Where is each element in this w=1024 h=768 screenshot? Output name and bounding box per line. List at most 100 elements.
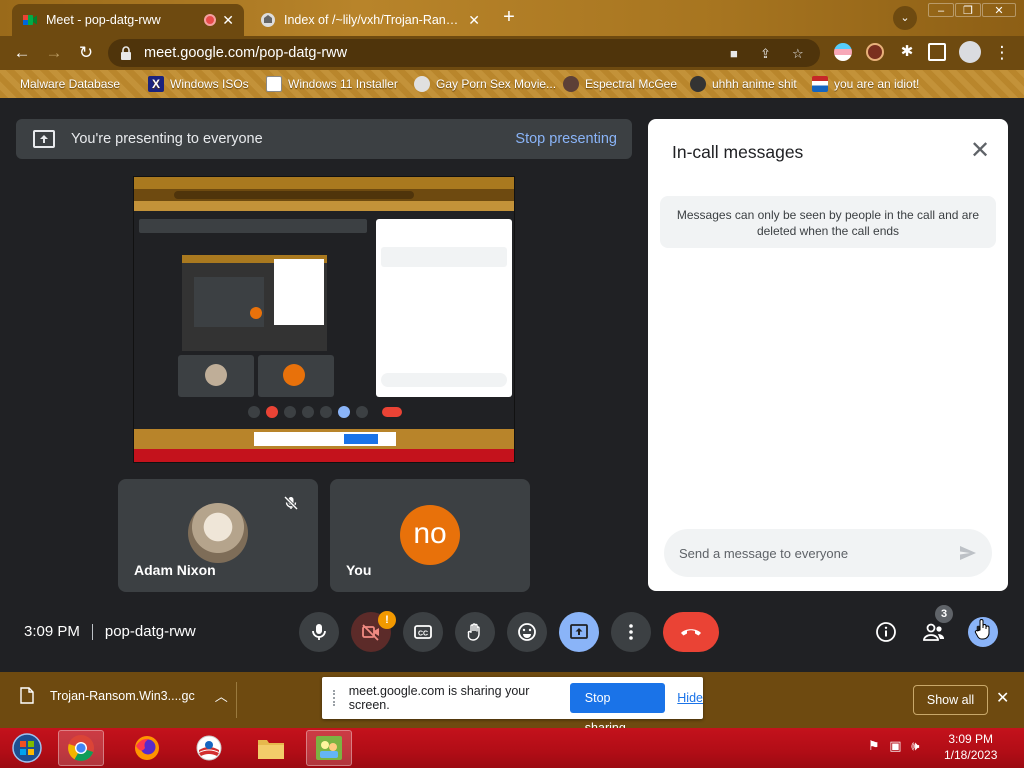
meet-stage: You're presenting to everyone Stop prese…: [0, 98, 1024, 672]
tab-title: Index of /~lily/vxh/Trojan-Ransom: [284, 13, 462, 27]
share-icon[interactable]: ⇪: [760, 46, 771, 62]
close-icon[interactable]: ✕: [996, 688, 1009, 708]
microphone-button[interactable]: [299, 612, 339, 652]
extensions-puzzle-icon[interactable]: ✱: [898, 43, 916, 61]
taskbar-app[interactable]: [306, 730, 352, 766]
close-tab-icon[interactable]: ✕: [222, 12, 234, 29]
forward-button[interactable]: →: [42, 41, 66, 65]
file-icon: [20, 687, 34, 704]
send-icon[interactable]: [958, 543, 978, 563]
taskbar-firefox[interactable]: [124, 730, 170, 766]
taskbar-file-explorer[interactable]: [248, 730, 294, 766]
camera-in-use-icon[interactable]: ■: [730, 46, 738, 61]
bookmark-star-icon[interactable]: ☆: [792, 46, 804, 62]
bookmark-label: uhhh anime shit: [712, 77, 797, 91]
side-panel-icon[interactable]: [928, 43, 946, 61]
back-button[interactable]: ←: [10, 41, 34, 65]
bookmark-anime[interactable]: uhhh anime shit: [690, 76, 797, 92]
start-button[interactable]: [4, 730, 50, 766]
stop-presenting-button[interactable]: Stop presenting: [515, 131, 617, 147]
taskbar-obama-logo[interactable]: [186, 730, 232, 766]
chat-notice: Messages can only be seen by people in t…: [660, 196, 996, 248]
browser-menu-icon[interactable]: ⋮: [990, 41, 1014, 65]
address-bar[interactable]: meet.google.com/pop-datg-rww ■ ⇪ ☆: [108, 39, 820, 67]
bookmark-label: Malware Database: [20, 77, 121, 91]
reload-button[interactable]: ↻: [74, 41, 98, 65]
folder-icon: [258, 740, 284, 759]
tab-meet[interactable]: Meet - pop-datg-rww ✕: [12, 4, 244, 36]
lock-icon: [121, 46, 131, 60]
drag-handle-icon[interactable]: [333, 690, 339, 706]
image-icon: [266, 76, 282, 92]
bookmark-espectral-mcgee[interactable]: Espectral McGee: [563, 76, 677, 92]
participant-tile: Adam Nixon: [118, 479, 318, 592]
tab-index[interactable]: Index of /~lily/vxh/Trojan-Ransom ✕: [250, 4, 490, 36]
people-icon: [923, 623, 945, 641]
present-now-button[interactable]: [559, 612, 599, 652]
close-window-button[interactable]: ✕: [982, 3, 1016, 17]
participant-name: Adam Nixon: [134, 562, 216, 578]
leave-call-button[interactable]: [663, 612, 719, 652]
mouse-pointer-hand-icon: [974, 619, 990, 640]
firefox-icon: [135, 736, 159, 760]
chevron-up-icon[interactable]: ︿: [215, 686, 228, 705]
network-icon[interactable]: ▣: [889, 738, 901, 753]
emoji-reaction-button[interactable]: [507, 612, 547, 652]
restore-button[interactable]: ❐: [955, 3, 981, 17]
bookmark-label: you are an idiot!: [834, 77, 920, 91]
download-filename: Trojan-Ransom.Win3....gc: [50, 688, 195, 703]
meeting-details-button[interactable]: [872, 618, 900, 646]
browser-toolbar: ← → ↻ meet.google.com/pop-datg-rww ■ ⇪ ☆…: [0, 36, 1024, 70]
participant-count-badge: 3: [935, 605, 953, 623]
site-icon: [563, 76, 579, 92]
campaign-logo-icon: [196, 735, 222, 761]
close-icon[interactable]: ✕: [968, 139, 992, 163]
screen-share-preview: [133, 176, 515, 463]
minimize-button[interactable]: –: [928, 3, 954, 17]
taskbar-clock[interactable]: 3:09 PM 1/18/2023: [944, 731, 997, 763]
extension-flag-icon[interactable]: [834, 43, 852, 61]
bookmark-movie[interactable]: Gay Porn Sex Movie...: [414, 76, 556, 92]
x-logo-icon: X: [148, 76, 164, 92]
screen-share-preview-image: [134, 177, 514, 462]
people-app-icon: [316, 736, 342, 760]
screen-sharing-notification: meet.google.com is sharing your screen. …: [322, 677, 703, 735]
stop-sharing-button[interactable]: Stop sharing: [569, 683, 666, 735]
action-center-flag-icon[interactable]: ⚑: [868, 738, 880, 753]
clock-date: 1/18/2023: [944, 748, 998, 762]
close-tab-icon[interactable]: ✕: [468, 12, 480, 29]
server-index-icon: [261, 13, 275, 27]
participant-name: You: [346, 562, 372, 578]
phone-hangup-icon: [681, 629, 701, 636]
hide-link[interactable]: Hide: [677, 691, 703, 705]
presenting-banner: You're presenting to everyone Stop prese…: [16, 119, 632, 159]
bookmark-windows-11-installer[interactable]: Windows 11 Installer: [266, 76, 398, 92]
more-options-button[interactable]: [611, 612, 651, 652]
bookmark-malware-database[interactable]: Malware Database: [14, 76, 120, 92]
system-tray: ⚑ ▣ 🕪: [868, 738, 919, 754]
tab-search-button[interactable]: ⌄: [893, 6, 917, 30]
windows-taskbar: ⚑ ▣ 🕪 3:09 PM 1/18/2023: [0, 728, 1024, 768]
muted-mic-icon: [283, 495, 299, 511]
raise-hand-button[interactable]: [455, 612, 495, 652]
participant-tile: no You: [330, 479, 530, 592]
tab-title: Meet - pop-datg-rww: [46, 13, 161, 27]
bookmark-label: Windows 11 Installer: [288, 77, 398, 91]
extension-avatar-icon[interactable]: [866, 43, 884, 61]
divider: [91, 623, 93, 640]
svg-text:CC: CC: [418, 631, 428, 638]
download-item[interactable]: Trojan-Ransom.Win3....gc ︿: [20, 686, 228, 705]
more-vert-icon: [629, 624, 633, 640]
bookmark-label: Windows ISOs: [170, 77, 249, 91]
chat-message-input[interactable]: Send a message to everyone: [664, 529, 992, 577]
show-all-button[interactable]: Show all: [913, 685, 988, 715]
microphone-icon: [312, 624, 326, 640]
profile-avatar-icon[interactable]: [959, 41, 981, 63]
taskbar-chrome[interactable]: [58, 730, 104, 766]
bookmark-you-are-an-idiot[interactable]: you are an idiot!: [812, 76, 919, 92]
captions-button[interactable]: CC: [403, 612, 443, 652]
new-tab-button[interactable]: +: [498, 7, 520, 29]
bookmark-windows-isos[interactable]: X Windows ISOs: [148, 76, 249, 92]
volume-icon[interactable]: 🕪: [911, 738, 919, 753]
camera-off-icon: [362, 624, 379, 641]
